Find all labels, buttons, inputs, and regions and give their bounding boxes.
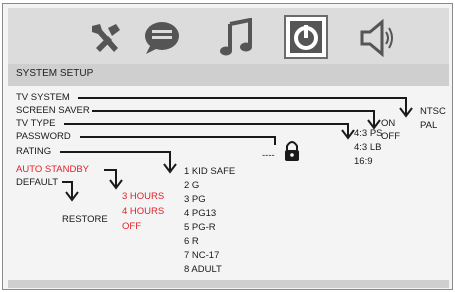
option-pal[interactable]: PAL xyxy=(420,120,437,131)
option-off[interactable]: OFF xyxy=(381,131,400,142)
standby-option-3h[interactable]: 3 HOURS xyxy=(122,191,164,202)
rating-option[interactable]: 2 G xyxy=(184,180,199,191)
rating-option[interactable]: 7 NC-17 xyxy=(184,250,219,261)
menu-screen-saver[interactable]: SCREEN SAVER xyxy=(16,105,90,116)
option-on[interactable]: ON xyxy=(381,118,395,129)
standby-option-4h[interactable]: 4 HOURS xyxy=(122,206,164,217)
lock-icon xyxy=(285,141,299,161)
menu-password[interactable]: PASSWORD xyxy=(16,131,71,142)
standby-option-off[interactable]: OFF xyxy=(122,221,141,232)
password-field[interactable]: ---- xyxy=(262,150,275,161)
option-ntsc[interactable]: NTSC xyxy=(420,106,446,117)
menu-tv-type[interactable]: TV TYPE xyxy=(16,118,55,129)
option-43-lb[interactable]: 4:3 LB xyxy=(354,142,381,153)
rating-option[interactable]: 8 ADULT xyxy=(184,264,222,275)
rating-option[interactable]: 1 KID SAFE xyxy=(184,166,235,177)
option-169[interactable]: 16:9 xyxy=(354,156,373,167)
menu-auto-standby[interactable]: AUTO STANDBY xyxy=(16,164,89,175)
rating-option[interactable]: 5 PG-R xyxy=(184,222,216,233)
menu-connectors xyxy=(60,97,413,202)
menu-rating[interactable]: RATING xyxy=(16,146,51,157)
menu-default[interactable]: DEFAULT xyxy=(16,177,58,188)
option-43-ps[interactable]: 4:3 PS xyxy=(354,128,383,139)
rating-option[interactable]: 4 PG13 xyxy=(184,208,216,219)
rating-option[interactable]: 3 PG xyxy=(184,194,206,205)
rating-option[interactable]: 6 R xyxy=(184,236,199,247)
menu-tv-system[interactable]: TV SYSTEM xyxy=(16,92,70,103)
restore-option[interactable]: RESTORE xyxy=(62,214,108,225)
bottom-bar xyxy=(8,280,449,288)
